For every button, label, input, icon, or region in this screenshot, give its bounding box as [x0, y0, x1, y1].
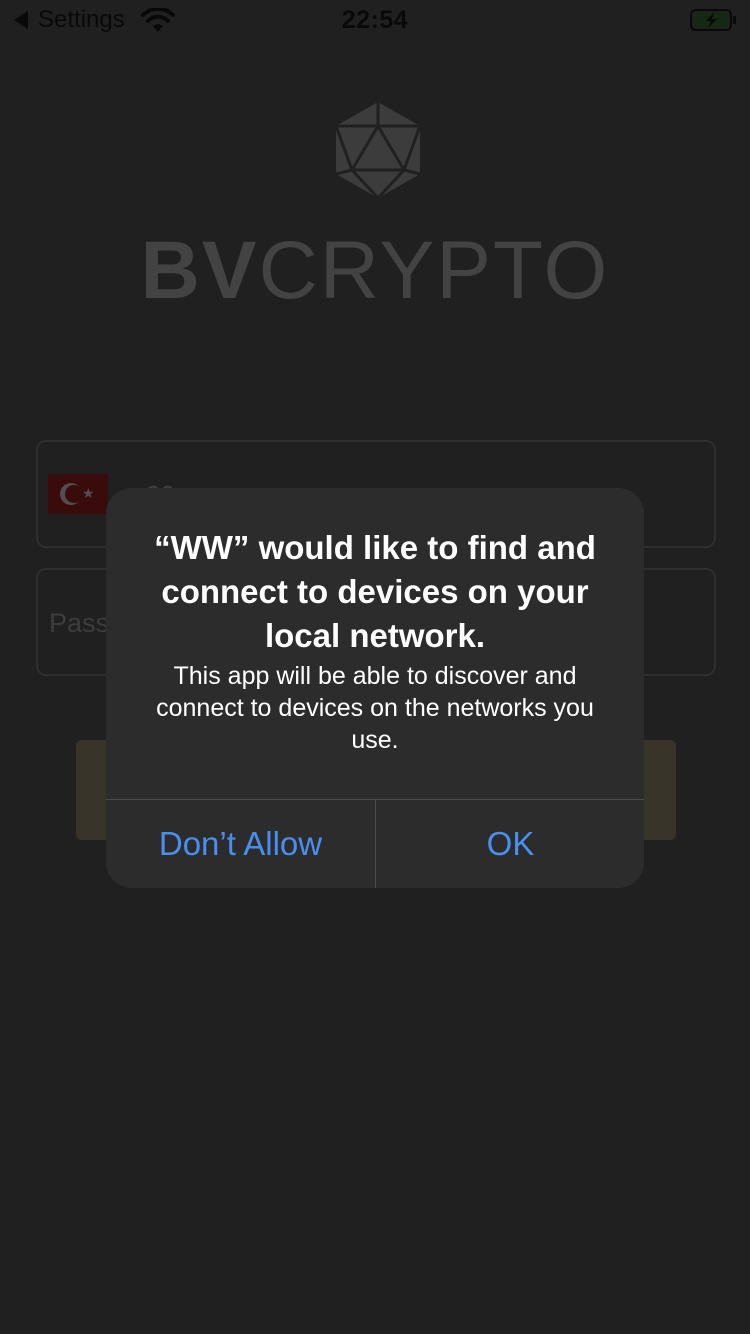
- alert-message: This app will be able to discover and co…: [156, 662, 594, 754]
- alert-title: “WW” would like to find and connect to d…: [154, 529, 596, 654]
- dont-allow-button[interactable]: Don’t Allow: [106, 800, 375, 888]
- local-network-permission-alert: “WW” would like to find and connect to d…: [106, 488, 644, 888]
- ok-button[interactable]: OK: [376, 800, 644, 888]
- app-screen: Settings 22:54 BVCRYPTO ★ Pass “WW” woul…: [0, 0, 750, 1334]
